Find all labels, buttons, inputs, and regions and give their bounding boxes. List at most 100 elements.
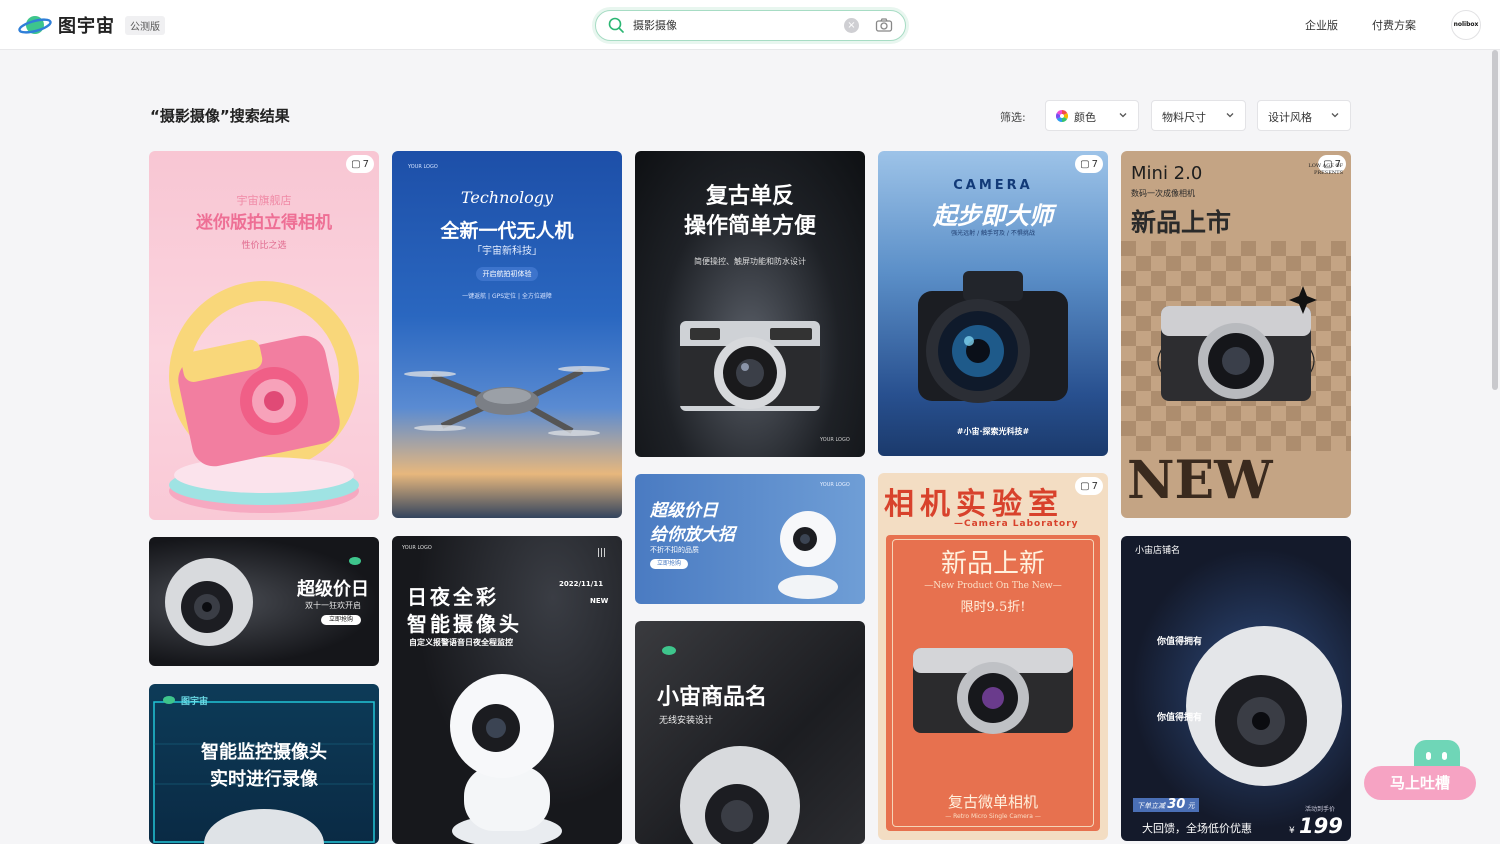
card-text: 新品上市 [1131, 208, 1232, 237]
template-card[interactable]: 小宙店铺名 你值得拥有 你值得拥有 下单立减 30 元 活动到手价 大回馈，全场… [1121, 536, 1351, 841]
card-text: 复古单反 [705, 184, 794, 209]
card-text: NEW IN [1127, 450, 1273, 519]
card-text: 智能摄像头 [407, 612, 522, 636]
retro-camera-illustration [680, 321, 820, 411]
pages-icon: ▢ [351, 158, 361, 170]
card-text: 图宇宙 [181, 697, 209, 707]
card-text: 宇宙旗舰店 [236, 194, 292, 207]
card-button: 开启航拍初体验 [476, 267, 538, 281]
template-card[interactable]: 复古单反 操作简单方便 简便操控、触屏功能和防水设计 YOUR LOGO [635, 151, 865, 457]
card-text: 下单立减 [1137, 802, 1165, 810]
card-text: 性价比之选 [241, 241, 287, 251]
template-card[interactable]: ▢ 7 相机实验室 —Camera Laboratory 新品上新 —New Pr… [878, 473, 1108, 840]
card-text: 超级价日 [650, 501, 718, 521]
page-scrollbar[interactable] [1492, 50, 1498, 390]
card-text: 复古微单相机 [947, 793, 1038, 811]
search-input[interactable] [633, 16, 833, 34]
card-text: Mini 2.0 [1131, 163, 1203, 184]
card-text: 2022/11/11 [559, 580, 604, 588]
card-text: 你值得拥有 [1157, 713, 1203, 723]
brand-planet-icon [662, 646, 676, 655]
beta-badge: 公测版 [125, 15, 165, 35]
size-filter-label: 物料尺寸 [1162, 111, 1206, 124]
dome-camera-illustration [680, 746, 800, 844]
color-filter-dropdown[interactable]: 颜色 [1045, 100, 1139, 131]
pink-camera-illustration [169, 281, 359, 513]
card-text: 无线安装设计 [659, 716, 714, 726]
card-text: 实时进行录像 [210, 769, 318, 790]
card-text: #小宙·探索光科技# [956, 427, 1030, 436]
pages-icon: ▢ [1080, 158, 1090, 170]
vintage-camera-illustration [1157, 286, 1317, 401]
filter-label: 筛选: [1000, 111, 1026, 124]
card-text: 全新一代无人机 [440, 220, 574, 242]
nav-pricing[interactable]: 付费方案 [1372, 17, 1416, 33]
card-text: 活动到手价 [1305, 806, 1336, 813]
card-text: 一键返航 | GPS定位 | 全方位避障 [462, 293, 552, 300]
card-text: YOUR LOGO [408, 164, 438, 170]
camera-search-icon[interactable] [875, 17, 893, 37]
card-text: 相机实验室 [884, 487, 1064, 522]
card-text: YOUR LOGO [820, 482, 850, 488]
card-text: 「宇宙新科技」 [472, 246, 542, 257]
card-text: YOUR LOGO [820, 437, 850, 443]
page-count-badge: ▢ 7 [1075, 155, 1103, 173]
card-text: YOUR LOGO [402, 545, 432, 551]
planet-logo-icon [18, 11, 52, 39]
clear-search-icon[interactable]: × [844, 18, 859, 33]
color-wheel-icon [1055, 110, 1069, 125]
template-card[interactable]: 图宇宙 智能监控摄像头 实时进行录像 [149, 684, 379, 844]
nav-enterprise[interactable]: 企业版 [1305, 17, 1338, 33]
ptz-camera-illustration [450, 674, 562, 844]
style-filter-dropdown[interactable]: 设计风格 [1257, 100, 1351, 131]
card-text: CAMERA [953, 178, 1033, 193]
card-text: 日夜全彩 [407, 585, 499, 609]
template-card[interactable]: ▢ 7 宇宙旗舰店 迷你版拍立得相机 性价比之选 [149, 151, 379, 520]
feedback-button[interactable]: 马上吐槽 [1364, 740, 1476, 800]
search-bar[interactable]: × [595, 10, 906, 41]
style-filter-label: 设计风格 [1268, 111, 1312, 124]
feedback-label: 马上吐槽 [1364, 766, 1476, 800]
dslr-camera-illustration [918, 271, 1068, 403]
brand-planet-icon [349, 557, 361, 565]
top-header: 图宇宙 公测版 × 企业版 付费方案 nolibox [0, 0, 1500, 50]
card-button: 立即抢购 [650, 559, 688, 569]
dome-camera-illustration [1186, 626, 1342, 786]
color-filter-label: 颜色 [1074, 111, 1096, 124]
template-card[interactable]: YOUR LOGO Technology 全新一代无人机 「宇宙新科技」 开启航… [392, 151, 622, 518]
search-icon [608, 17, 624, 37]
card-text: 给你放大招 [650, 525, 735, 545]
pages-icon: ▢ [1080, 480, 1090, 492]
card-text: —New Product On The New— [924, 581, 1062, 591]
template-card[interactable]: 超级价日 双十一狂欢开启 立即抢购 [149, 537, 379, 666]
card-text: LOW AGE OF PRESENTS [1308, 163, 1343, 176]
avatar[interactable]: nolibox [1451, 10, 1481, 40]
logo-text: 图宇宙 [58, 16, 115, 37]
chevron-down-icon [1118, 110, 1128, 123]
template-card[interactable]: 小宙商品名 无线安装设计 [635, 621, 865, 844]
size-filter-dropdown[interactable]: 物料尺寸 [1151, 100, 1246, 131]
card-text: 简便操控、触屏功能和防水设计 [694, 257, 806, 266]
card-text: — Retro Micro Single Camera — [945, 813, 1041, 820]
card-text: 迷你版拍立得相机 [196, 213, 332, 233]
logo[interactable]: 图宇宙 公测版 [18, 11, 165, 39]
dome-camera-illustration [165, 558, 253, 646]
card-text: 强光远射 / 触手可及 / 不惧挑战 [951, 230, 1035, 237]
menu-icon: ||| [597, 548, 607, 558]
card-text: 大回馈，全场低价优惠 [1142, 822, 1252, 835]
card-text: 操作简单方便 [683, 214, 816, 239]
card-text: 小宙店铺名 [1135, 546, 1181, 556]
card-text: 超级价日 [297, 579, 369, 600]
template-card[interactable]: YOUR LOGO 超级价日 给你放大招 不折不扣的品质 立即抢购 [635, 474, 865, 604]
template-card[interactable]: ▢ 7 Mini 2.0 数码一次成像相机 新品上市 LOW AGE OF PRE… [1121, 151, 1351, 518]
template-card[interactable]: YOUR LOGO ||| 日夜全彩 智能摄像头 2022/11/11 NEW … [392, 536, 622, 844]
card-text: 小宙商品名 [657, 685, 768, 710]
template-card[interactable]: ▢ 7 CAMERA 起步即大师 强光远射 / 触手可及 / 不惧挑战 #小宙·探… [878, 151, 1108, 456]
card-text: 自定义报警语音日夜全程监控 [409, 638, 513, 647]
card-text: NEW [590, 597, 609, 605]
card-text: —Camera Laboratory [954, 519, 1079, 529]
card-text: 元 [1187, 802, 1195, 810]
chevron-down-icon [1330, 110, 1340, 123]
card-text: 199 [1299, 814, 1343, 838]
card-text: 你值得拥有 [1157, 637, 1203, 647]
